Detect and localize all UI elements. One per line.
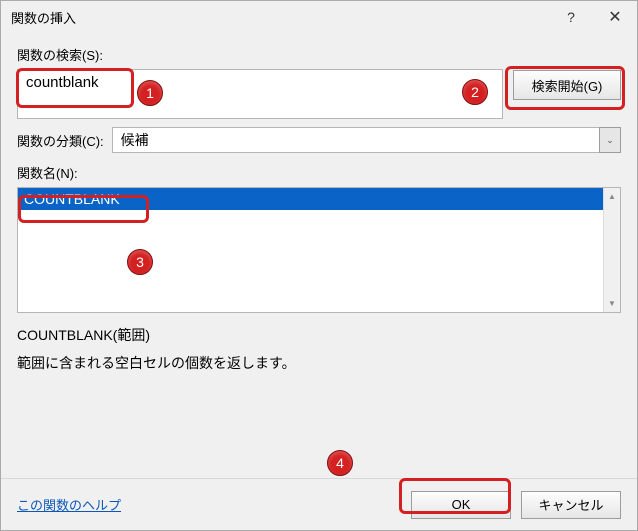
chevron-down-icon[interactable]: ⌄ xyxy=(599,127,621,153)
scroll-down-icon[interactable]: ▼ xyxy=(604,295,620,312)
dialog-title: 関数の挿入 xyxy=(11,8,549,27)
scrollbar[interactable]: ▲ ▼ xyxy=(603,188,620,312)
help-icon[interactable]: ? xyxy=(549,2,593,32)
search-area xyxy=(17,69,503,119)
scroll-up-icon[interactable]: ▲ xyxy=(604,188,620,205)
category-label: 関数の分類(C): xyxy=(17,131,104,150)
function-listbox[interactable]: COUNTBLANK ▲ ▼ xyxy=(17,187,621,313)
dialog-footer: この関数のヘルプ OK キャンセル xyxy=(1,478,637,530)
ok-button[interactable]: OK xyxy=(411,491,511,519)
function-description: 範囲に含まれる空白セルの個数を返します。 xyxy=(17,353,621,374)
titlebar: 関数の挿入 ? ✕ xyxy=(1,1,637,33)
insert-function-dialog: 関数の挿入 ? ✕ 関数の検索(S): 検索開始(G) 関数の分類(C): 候補… xyxy=(0,0,638,531)
annotation-badge-4: 4 xyxy=(327,450,353,476)
list-item[interactable]: COUNTBLANK xyxy=(18,188,603,210)
listbox-inner: COUNTBLANK xyxy=(18,188,603,312)
search-label: 関数の検索(S): xyxy=(17,45,621,64)
close-icon[interactable]: ✕ xyxy=(593,2,637,32)
cancel-button[interactable]: キャンセル xyxy=(521,491,621,519)
dialog-content: 関数の検索(S): 検索開始(G) 関数の分類(C): 候補 ⌄ 関数名(N):… xyxy=(1,33,637,374)
function-syntax: COUNTBLANK(範囲) xyxy=(17,325,621,345)
function-list-label: 関数名(N): xyxy=(17,163,621,182)
category-row: 関数の分類(C): 候補 ⌄ xyxy=(17,127,621,153)
search-go-button[interactable]: 検索開始(G) xyxy=(513,70,621,100)
category-selected-value: 候補 xyxy=(112,127,621,153)
help-link[interactable]: この関数のヘルプ xyxy=(17,495,401,514)
category-select[interactable]: 候補 ⌄ xyxy=(112,127,621,153)
search-input[interactable] xyxy=(17,69,503,119)
search-row: 検索開始(G) xyxy=(17,69,621,119)
